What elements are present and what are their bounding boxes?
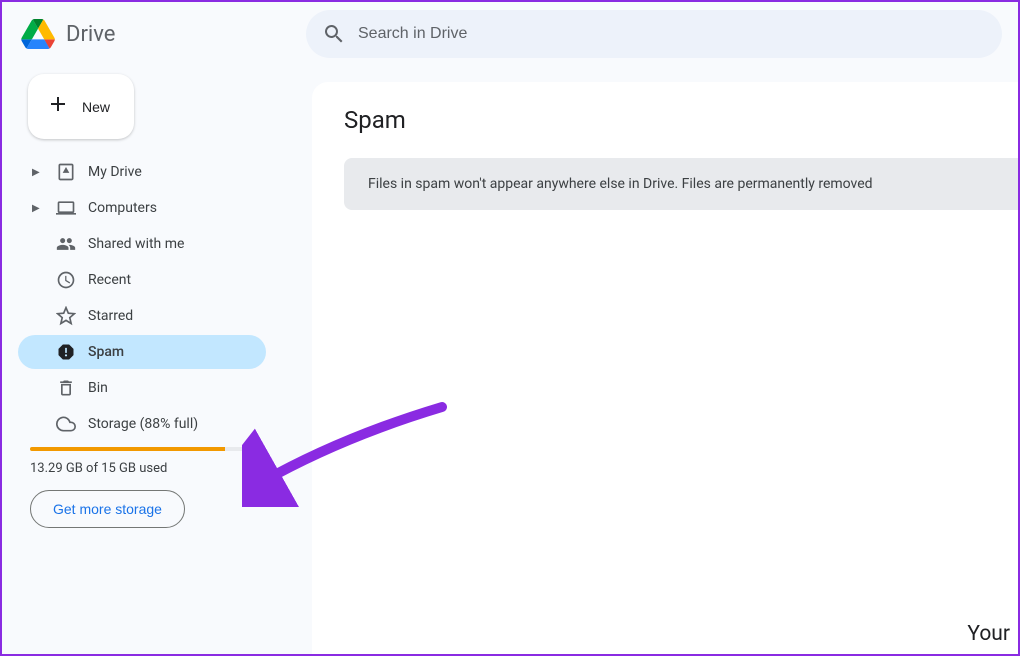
- star-icon: [56, 306, 76, 326]
- nav-item-starred[interactable]: ▶ Starred: [18, 299, 266, 333]
- nav-label: Spam: [88, 344, 124, 360]
- logo-area[interactable]: Drive: [18, 14, 248, 54]
- storage-section: 13.29 GB of 15 GB used Get more storage: [18, 447, 266, 528]
- spam-icon: [56, 342, 76, 362]
- search-input[interactable]: [358, 25, 986, 43]
- header: Drive: [2, 2, 1018, 66]
- storage-usage-text: 13.29 GB of 15 GB used: [30, 461, 254, 476]
- app-title: Drive: [66, 22, 115, 47]
- page-title: Spam: [344, 106, 1018, 134]
- nav-label: Computers: [88, 200, 157, 216]
- bin-icon: [56, 378, 76, 398]
- corner-text: Your: [967, 622, 1010, 646]
- new-button[interactable]: New: [28, 74, 134, 139]
- storage-progress-bar: [30, 447, 252, 451]
- nav-item-bin[interactable]: ▶ Bin: [18, 371, 266, 405]
- nav-list: ▶ My Drive ▶ Computers ▶ Shared with me …: [18, 155, 266, 441]
- chevron-right-icon: ▶: [32, 203, 44, 214]
- nav-label: Shared with me: [88, 236, 184, 252]
- main-content: Spam Files in spam won't appear anywhere…: [312, 82, 1018, 654]
- search-icon: [322, 22, 346, 46]
- plus-icon: [46, 92, 70, 121]
- sidebar: New ▶ My Drive ▶ Computers ▶ Shared with…: [2, 66, 282, 544]
- storage-progress-fill: [30, 447, 225, 451]
- chevron-right-icon: ▶: [32, 167, 44, 178]
- nav-item-computers[interactable]: ▶ Computers: [18, 191, 266, 225]
- spam-banner: Files in spam won't appear anywhere else…: [344, 158, 1018, 210]
- recent-icon: [56, 270, 76, 290]
- new-button-label: New: [82, 99, 110, 115]
- nav-item-storage[interactable]: ▶ Storage (88% full): [18, 407, 266, 441]
- drive-logo-icon: [18, 14, 58, 54]
- nav-item-recent[interactable]: ▶ Recent: [18, 263, 266, 297]
- nav-label: Recent: [88, 272, 131, 288]
- shared-icon: [56, 234, 76, 254]
- get-more-storage-button[interactable]: Get more storage: [30, 490, 185, 528]
- nav-label: Bin: [88, 380, 108, 396]
- nav-item-shared[interactable]: ▶ Shared with me: [18, 227, 266, 261]
- nav-item-spam[interactable]: ▶ Spam: [18, 335, 266, 369]
- nav-label: My Drive: [88, 164, 142, 180]
- nav-label: Starred: [88, 308, 133, 324]
- my-drive-icon: [56, 162, 76, 182]
- computers-icon: [56, 198, 76, 218]
- search-bar[interactable]: [306, 10, 1002, 58]
- nav-item-my-drive[interactable]: ▶ My Drive: [18, 155, 266, 189]
- cloud-icon: [56, 414, 76, 434]
- nav-label: Storage (88% full): [88, 416, 198, 432]
